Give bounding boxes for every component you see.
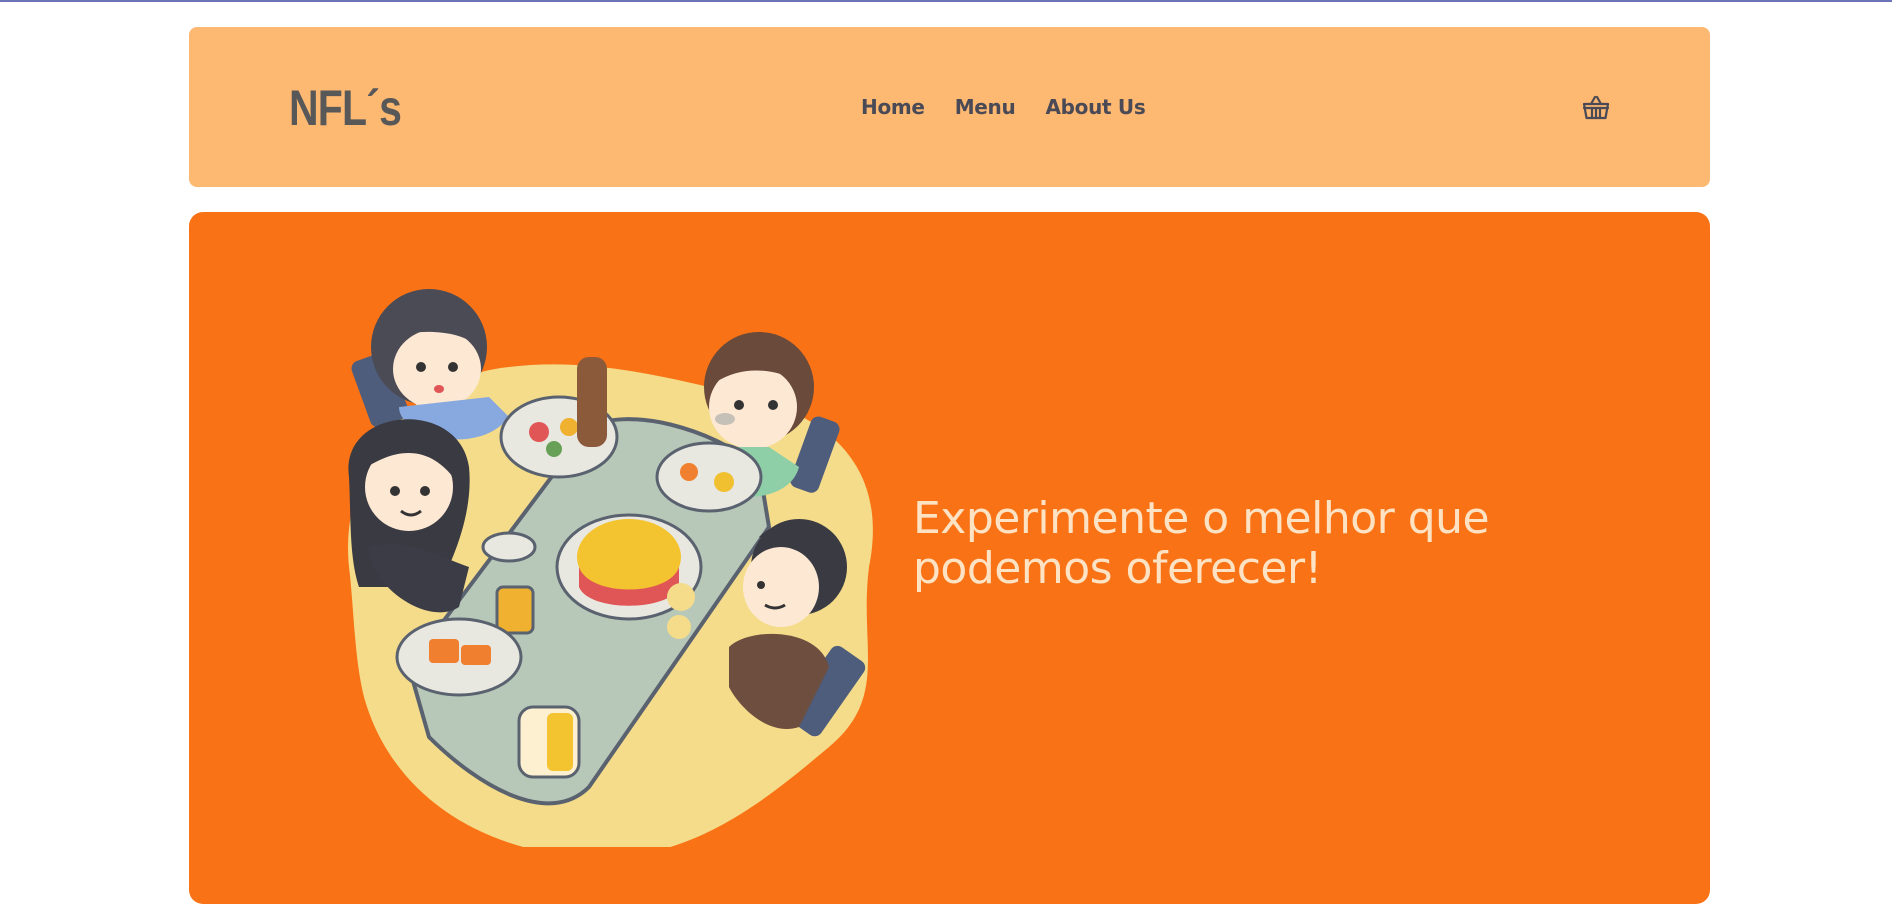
friends-sharing-meal-illustration [329,267,929,858]
nav-link-home[interactable]: Home [861,95,925,119]
main-nav: Home Menu About Us [861,95,1146,119]
site-header: NFL´s Home Menu About Us [189,27,1710,187]
top-accent-line [0,0,1892,2]
hero-banner: Experimente o melhor que podemos oferece… [189,212,1710,904]
nav-link-menu[interactable]: Menu [955,95,1016,119]
brand-logo[interactable]: NFL´s [289,83,402,133]
basket-icon[interactable] [1581,93,1611,123]
hero-title: Experimente o melhor que podemos oferece… [913,493,1490,594]
nav-link-about-us[interactable]: About Us [1045,95,1145,119]
